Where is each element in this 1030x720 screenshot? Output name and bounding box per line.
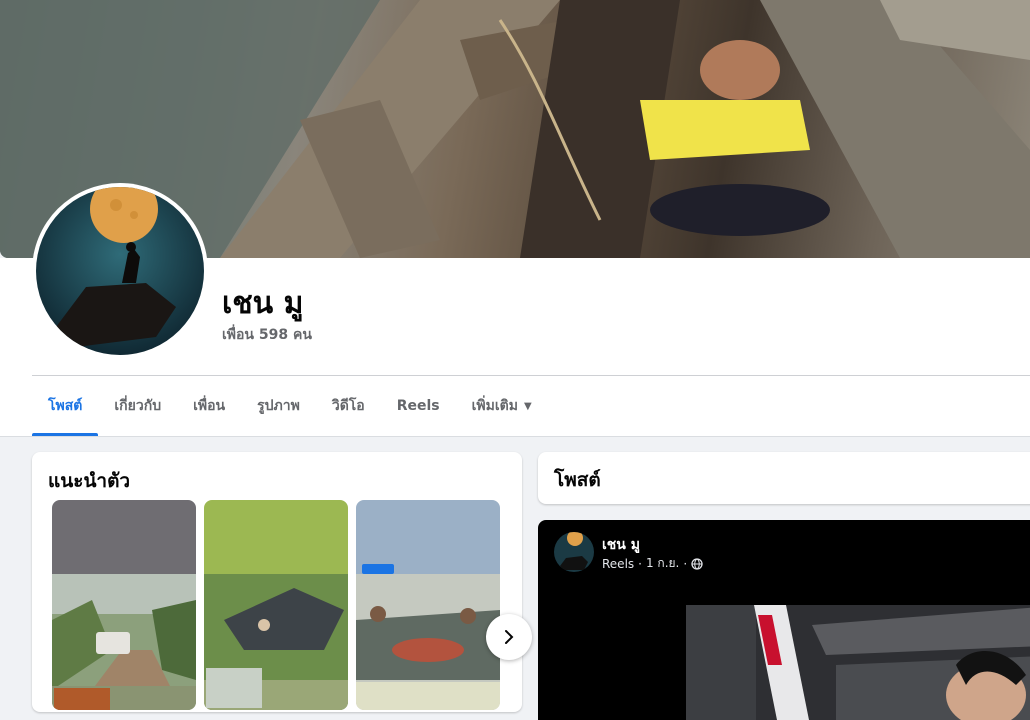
caret-down-icon: ▼ — [523, 400, 532, 412]
tab-label: เพิ่มเติม — [471, 398, 518, 414]
carousel-next-button[interactable] — [486, 614, 532, 660]
reel-video-thumbnail[interactable] — [686, 605, 1030, 720]
tab-label: โพสต์ — [48, 398, 83, 414]
reel-post[interactable]: เชน มู Reels · 1 ก.ย. · — [538, 520, 1030, 720]
post-author-avatar[interactable] — [554, 532, 594, 572]
meta-separator: · — [638, 556, 642, 571]
tab-friends[interactable]: เพื่อน — [177, 376, 241, 436]
tab-label: Reels — [396, 398, 440, 414]
featured-photo[interactable] — [204, 500, 348, 710]
featured-photo[interactable] — [356, 500, 500, 710]
post-source[interactable]: Reels — [602, 557, 634, 571]
post-author-name[interactable]: เชน มู — [602, 534, 640, 556]
tab-photos[interactable]: รูปภาพ — [241, 376, 316, 436]
posts-title: โพสต์ — [554, 469, 601, 491]
profile-tabs: โพสต์ เกี่ยวกับ เพื่อน รูปภาพ วิดีโอ Ree… — [32, 376, 548, 436]
tab-label: เพื่อน — [193, 398, 226, 414]
intro-title: แนะนำตัว — [48, 470, 131, 492]
globe-icon — [691, 557, 703, 570]
tab-label: วิดีโอ — [331, 398, 365, 414]
tab-posts[interactable]: โพสต์ — [32, 376, 99, 436]
tab-label: รูปภาพ — [257, 398, 300, 414]
intro-card: แนะนำตัว — [32, 452, 532, 712]
profile-name: เชน มู — [222, 286, 304, 321]
post-time[interactable]: 1 ก.ย. — [646, 554, 679, 573]
profile-avatar[interactable] — [32, 183, 208, 359]
tab-more[interactable]: เพิ่มเติม ▼ — [456, 376, 548, 436]
featured-photo[interactable] — [52, 500, 196, 710]
chevron-right-icon — [505, 630, 514, 644]
tab-label: เกี่ยวกับ — [114, 398, 162, 414]
meta-separator: · — [683, 556, 688, 571]
tab-about[interactable]: เกี่ยวกับ — [98, 376, 177, 436]
tab-reels[interactable]: Reels — [381, 376, 456, 436]
friend-count[interactable]: เพื่อน 598 คน — [222, 324, 312, 346]
posts-header-card: โพสต์ — [538, 452, 1030, 504]
post-meta: Reels · 1 ก.ย. · — [602, 554, 703, 573]
tab-videos[interactable]: วิดีโอ — [316, 376, 381, 436]
